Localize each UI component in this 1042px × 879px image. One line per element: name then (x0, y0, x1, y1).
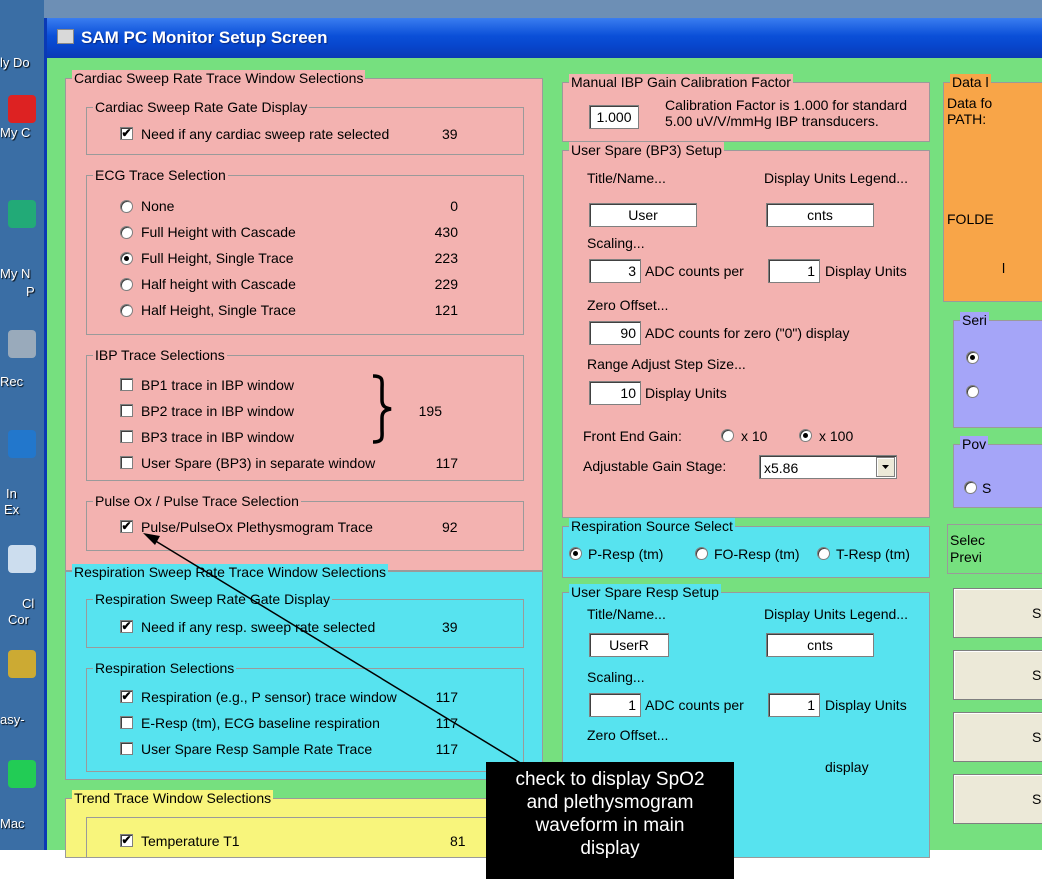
callout-line: display (580, 838, 640, 859)
annotation-arrow (143, 533, 546, 779)
annotation-callout: check to display SpO2 and plethysmogram … (486, 762, 734, 879)
callout-line: waveform in main (535, 815, 685, 836)
callout-line: and plethysmogram (526, 792, 694, 813)
callout-line: check to display SpO2 (515, 769, 705, 790)
